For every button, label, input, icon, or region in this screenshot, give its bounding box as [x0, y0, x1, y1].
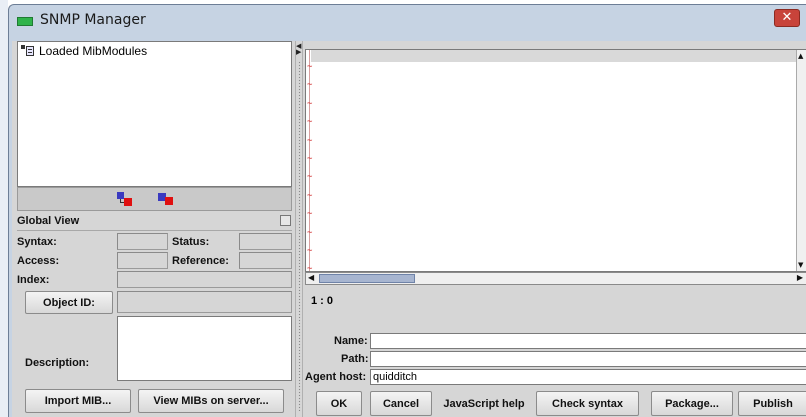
- tree-node-label: Loaded MibModules: [39, 44, 148, 58]
- editor-vertical-scrollbar[interactable]: ▲ ▼: [796, 50, 806, 271]
- name-label: Name:: [334, 335, 368, 347]
- agent-host-label: Agent host:: [305, 371, 367, 383]
- description-area[interactable]: [117, 316, 292, 381]
- scroll-down-icon[interactable]: ▼: [798, 261, 803, 269]
- status-field: [239, 233, 292, 250]
- object-id-field: [117, 291, 292, 313]
- index-label: Index:: [17, 274, 50, 286]
- title-bar[interactable]: SNMP Manager ✕: [9, 5, 806, 45]
- empty-line-markers: ~ ~ ~ ~ ~ ~ ~ ~ ~ ~ ~ ~: [307, 62, 313, 275]
- javascript-help-link[interactable]: JavaScript help: [436, 391, 532, 416]
- syntax-field: [117, 233, 168, 250]
- status-label: Status:: [172, 236, 210, 248]
- cursor-position: 1 : 0: [311, 295, 334, 307]
- ok-button[interactable]: OK: [316, 391, 362, 416]
- global-view-label: Global View: [17, 215, 80, 227]
- syntax-label: Syntax:: [17, 236, 57, 248]
- view-mibs-on-server-button[interactable]: View MIBs on server...: [138, 389, 284, 413]
- cancel-button[interactable]: Cancel: [370, 391, 432, 416]
- splitter-grip: [298, 61, 301, 411]
- global-view-checkbox[interactable]: [280, 215, 291, 226]
- reference-field: [239, 252, 292, 269]
- publish-button[interactable]: Publish: [738, 391, 806, 416]
- window-title: SNMP Manager: [40, 12, 146, 28]
- agent-host-input[interactable]: quidditch: [370, 369, 806, 385]
- reference-label: Reference:: [172, 255, 229, 267]
- snmp-manager-window: SNMP Manager ✕ Loaded MibModules Global …: [8, 4, 806, 417]
- close-button[interactable]: ✕: [774, 9, 800, 27]
- tree-node-icon: [21, 45, 35, 57]
- scroll-left-icon[interactable]: ◀: [308, 273, 314, 282]
- divider: [17, 230, 292, 231]
- scrollbar-thumb[interactable]: [319, 274, 415, 283]
- client-area: Loaded MibModules Global View Syntax: St…: [12, 41, 806, 417]
- package-button[interactable]: Package...: [651, 391, 733, 416]
- scroll-right-icon[interactable]: ▶: [797, 273, 803, 282]
- path-label: Path:: [341, 353, 369, 365]
- current-line-highlight: [311, 50, 799, 62]
- mib-tree[interactable]: Loaded MibModules: [17, 41, 292, 187]
- path-input[interactable]: [370, 351, 806, 367]
- access-field: [117, 252, 168, 269]
- tree-toolbar: [17, 187, 292, 211]
- app-icon: [17, 17, 33, 26]
- script-editor[interactable]: ~ ~ ~ ~ ~ ~ ~ ~ ~ ~ ~ ~ ▲ ▼: [305, 49, 806, 274]
- check-syntax-button[interactable]: Check syntax: [536, 391, 639, 416]
- desktop-edge: [0, 0, 8, 417]
- access-label: Access:: [17, 255, 60, 267]
- split-pane-divider[interactable]: ◀ ▶: [295, 41, 303, 417]
- index-field: [117, 271, 292, 288]
- expand-tree-icon[interactable]: [117, 192, 133, 206]
- import-mib-button[interactable]: Import MIB...: [25, 389, 131, 413]
- name-input[interactable]: [370, 333, 806, 349]
- tree-node-loaded-mib-modules[interactable]: Loaded MibModules: [21, 44, 147, 58]
- editor-horizontal-scrollbar[interactable]: ◀ ▶: [305, 272, 806, 285]
- splitter-arrows-icon[interactable]: ◀ ▶: [296, 43, 301, 56]
- scroll-up-icon[interactable]: ▲: [798, 52, 803, 60]
- description-label: Description:: [25, 357, 90, 369]
- collapse-tree-icon[interactable]: [158, 192, 174, 206]
- object-id-button[interactable]: Object ID:: [25, 291, 113, 314]
